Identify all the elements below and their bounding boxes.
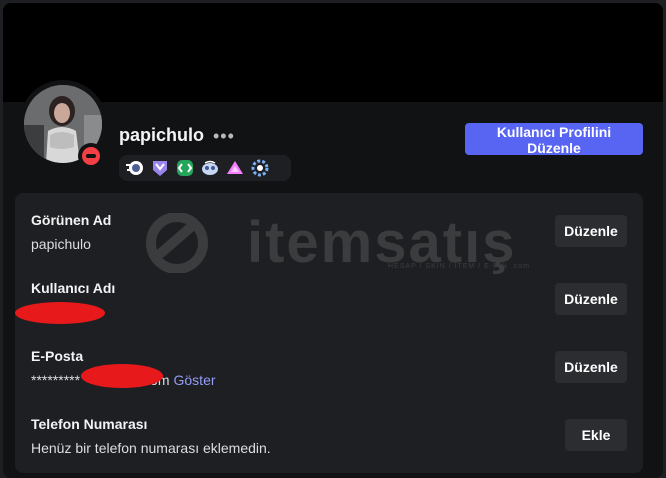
more-options-icon[interactable]: ••• — [213, 125, 241, 147]
quest-badge-icon[interactable] — [250, 158, 270, 178]
edit-user-profile-button[interactable]: Kullanıcı Profilini Düzenle — [465, 123, 643, 156]
status-indicator — [78, 143, 104, 169]
bug-hunter-badge-icon[interactable] — [200, 158, 220, 178]
redaction-mark — [15, 302, 105, 324]
add-phone-button[interactable]: Ekle — [565, 419, 627, 451]
phone-field: Telefon Numarası Henüz bir telefon numar… — [31, 415, 271, 457]
field-label: E-Posta — [31, 348, 84, 364]
field-label: Telefon Numarası — [31, 416, 148, 432]
profile-username: papichulo — [119, 125, 204, 145]
edit-email-button[interactable]: Düzenle — [555, 351, 627, 383]
email-masked-prefix: ********* — [31, 372, 81, 388]
profile-banner — [3, 3, 663, 102]
redaction-mark — [81, 364, 163, 388]
badge-list — [119, 155, 291, 181]
edit-display-name-button[interactable]: Düzenle — [555, 215, 627, 247]
hypesquad-badge-icon[interactable] — [150, 158, 170, 178]
field-value: Henüz bir telefon numarası eklemedin. — [31, 440, 271, 456]
field-label: Kullanıcı Adı — [31, 280, 116, 296]
reveal-email-link[interactable]: Göster — [174, 372, 216, 388]
edit-username-button[interactable]: Düzenle — [555, 283, 627, 315]
display-name-field: Görünen Ad papichulo — [31, 211, 111, 253]
dnd-status-icon — [82, 147, 100, 165]
early-supporter-badge-icon[interactable] — [225, 158, 245, 178]
nitro-badge-icon[interactable] — [125, 158, 145, 178]
account-info-card: Görünen Ad papichulo Düzenle Kullanıcı A… — [15, 193, 643, 473]
username-field: Kullanıcı Adı — [31, 279, 115, 303]
field-label: Görünen Ad — [31, 212, 112, 228]
field-value: papichulo — [31, 236, 91, 252]
user-settings-panel: papichulo ••• Kullanıcı Profilini Düzenl… — [3, 3, 663, 478]
active-developer-badge-icon[interactable] — [175, 158, 195, 178]
